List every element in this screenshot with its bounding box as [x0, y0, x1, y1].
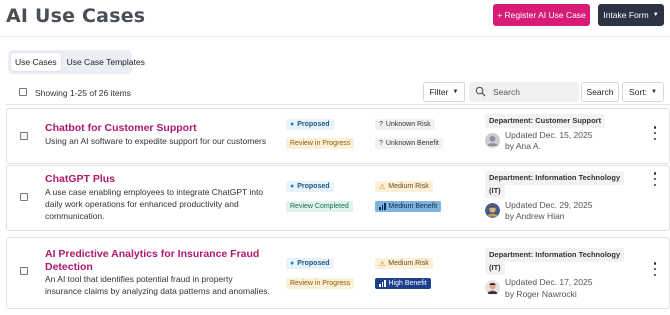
- benefit-label: Medium Benefit: [388, 203, 438, 210]
- signal-bars-icon: [379, 203, 386, 210]
- use-case-description: Using an AI software to expedite support…: [45, 136, 267, 146]
- warning-triangle-icon: ⚠: [379, 260, 386, 268]
- status-label: Proposed: [297, 260, 330, 267]
- use-case-description-line: daily work operations for enhanced produ…: [45, 199, 239, 209]
- status-dot-icon: ●: [290, 121, 295, 128]
- avatar: [485, 133, 500, 148]
- tab-use-cases[interactable]: Use Cases: [11, 53, 61, 71]
- list-item[interactable]: AI Predictive Analytics for Insurance Fr…: [6, 237, 670, 309]
- caret-down-icon: ▼: [452, 89, 459, 95]
- items-count: Showing 1-25 of 26 items: [35, 88, 131, 98]
- question-circle-icon: ?: [379, 140, 383, 147]
- row-checkbox[interactable]: [20, 193, 28, 201]
- list-item[interactable]: ChatGPT Plus A use case enabling employe…: [6, 165, 670, 231]
- status-badge: ● Proposed: [286, 119, 334, 130]
- stage-badge: Review Completed: [286, 201, 353, 212]
- search-input[interactable]: [493, 82, 577, 102]
- updated-date: Updated Dec. 15, 2025: [505, 130, 593, 140]
- page-title: AI Use Cases: [6, 5, 146, 27]
- search-button[interactable]: Search: [581, 82, 619, 102]
- use-case-title[interactable]: Chatbot for Customer Support: [45, 122, 197, 135]
- row-checkbox[interactable]: [20, 267, 28, 275]
- updated-date: Updated Dec. 17, 2025: [505, 277, 593, 287]
- stage-badge: Review in Progress: [286, 138, 355, 149]
- risk-badge: ⚠ Medium Risk: [375, 181, 433, 192]
- list-item[interactable]: Chatbot for Customer Support Using an AI…: [6, 108, 670, 164]
- use-case-title-line[interactable]: AI Predictive Analytics for Insurance Fr…: [45, 248, 259, 261]
- benefit-label: Unknown Benefit: [385, 140, 439, 147]
- tab-use-case-templates[interactable]: Use Case Templates: [63, 53, 149, 71]
- updated-date: Updated Dec. 29, 2025: [505, 200, 593, 210]
- filter-label: Filter: [429, 87, 449, 97]
- intake-form-button[interactable]: Intake Form ▼: [598, 4, 664, 26]
- updated-by: by Roger Nawrocki: [505, 289, 577, 299]
- status-dot-icon: ●: [290, 183, 295, 190]
- filter-button[interactable]: Filter ▼: [423, 82, 465, 102]
- benefit-badge: Medium Benefit: [375, 201, 442, 212]
- sort-button[interactable]: Sort: ▼: [622, 82, 664, 102]
- more-options-icon[interactable]: [651, 262, 659, 276]
- use-case-description-line: A use case enabling employees to integra…: [45, 187, 264, 197]
- register-use-case-button[interactable]: + Register AI Use Case: [493, 4, 590, 26]
- avatar: [485, 203, 500, 218]
- status-dot-icon: ●: [290, 260, 295, 267]
- search-icon: [475, 86, 486, 97]
- department-badge-line: (IT): [485, 261, 505, 275]
- caret-down-icon: ▼: [652, 12, 659, 18]
- toolbar-divider: [6, 104, 670, 105]
- benefit-badge: ? Unknown Benefit: [375, 138, 443, 149]
- more-options-icon[interactable]: [651, 172, 659, 186]
- use-case-description-line: communication.: [45, 211, 105, 221]
- stage-badge: Review in Progress: [286, 278, 355, 289]
- signal-bars-icon: [379, 280, 386, 287]
- use-case-title[interactable]: ChatGPT Plus: [45, 173, 115, 186]
- updated-by: by Ana A.: [505, 141, 541, 151]
- department-badge: Department: Customer Support: [485, 114, 606, 128]
- risk-label: Medium Risk: [388, 183, 429, 190]
- risk-label: Unknown Risk: [385, 121, 431, 128]
- avatar: [485, 280, 500, 295]
- status-label: Proposed: [297, 183, 330, 190]
- tab-bar: Use Cases Use Case Templates: [8, 50, 145, 74]
- department-badge: Department: Information Technology: [485, 171, 625, 185]
- select-all-checkbox[interactable]: [19, 88, 27, 96]
- intake-form-label: Intake Form: [603, 10, 649, 20]
- department-badge: Department: Information Technology: [485, 248, 625, 262]
- header-divider: [0, 36, 670, 37]
- status-badge: ● Proposed: [286, 258, 334, 269]
- department-badge-line: (IT): [485, 184, 505, 198]
- use-case-description-line: An AI tool that identifies potential fra…: [45, 274, 233, 284]
- risk-badge: ⚠ Medium Risk: [375, 258, 433, 269]
- status-label: Proposed: [297, 121, 330, 128]
- row-checkbox[interactable]: [20, 132, 28, 140]
- page-header: AI Use Cases + Register AI Use Case Inta…: [0, 0, 670, 36]
- risk-badge: ? Unknown Risk: [375, 119, 435, 130]
- sort-label: Sort:: [629, 87, 647, 97]
- updated-by: by Andrew Hian: [505, 211, 565, 221]
- use-case-title-line[interactable]: Detection: [45, 261, 93, 274]
- status-badge: ● Proposed: [286, 181, 334, 192]
- warning-triangle-icon: ⚠: [379, 183, 386, 191]
- benefit-label: High Benefit: [388, 280, 427, 287]
- search-box: [469, 82, 579, 102]
- use-case-description-line: insurance claims by analyzing data patte…: [45, 286, 270, 296]
- caret-down-icon: ▼: [651, 89, 657, 95]
- more-options-icon[interactable]: [651, 126, 659, 140]
- question-circle-icon: ?: [379, 121, 383, 128]
- benefit-badge: High Benefit: [375, 278, 431, 289]
- risk-label: Medium Risk: [388, 260, 429, 267]
